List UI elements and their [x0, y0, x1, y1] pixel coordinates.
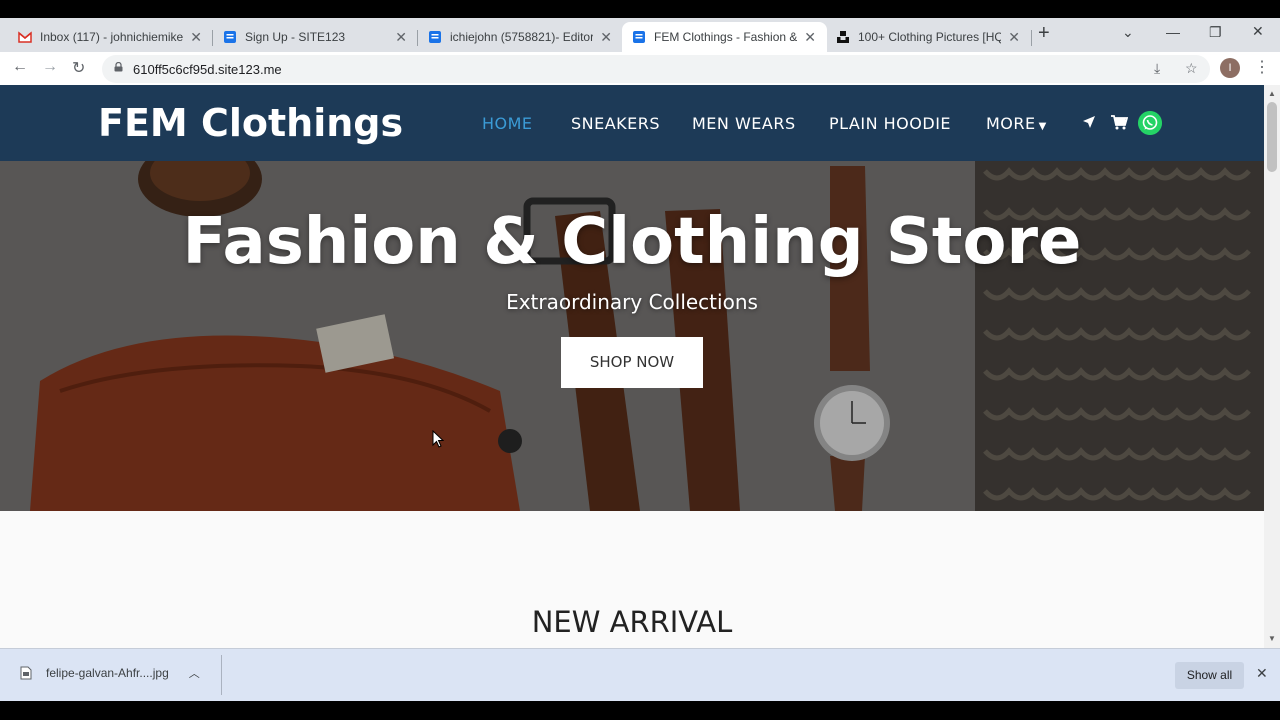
- download-filename: felipe-galvan-Ahfr....jpg: [46, 666, 169, 680]
- profile-avatar[interactable]: I: [1220, 58, 1240, 78]
- scroll-up-arrow-icon[interactable]: ▲: [1268, 89, 1276, 98]
- bookmark-star-icon[interactable]: ☆: [1185, 60, 1198, 77]
- tab-label: 100+ Clothing Pictures [HQ]: [858, 30, 1002, 44]
- tab-search-chevron-icon[interactable]: ⌄: [1122, 24, 1134, 41]
- tab-close-icon[interactable]: ✕: [394, 29, 408, 46]
- show-all-button[interactable]: Show all: [1175, 662, 1244, 689]
- site-header: FEM Clothings HOME SNEAKERS MEN WEARS PL…: [0, 85, 1264, 161]
- location-arrow-icon[interactable]: [1082, 115, 1096, 129]
- tab-divider: [1031, 30, 1032, 46]
- browser-menu-icon[interactable]: ⋮: [1254, 57, 1270, 77]
- install-app-icon[interactable]: ⤓: [1154, 60, 1160, 77]
- address-bar[interactable]: 610ff5c6cf95d.site123.me ⤓ ☆: [102, 55, 1210, 83]
- browser-tab-strip: Inbox (117) - johnichiemike2 ✕ Sign Up -…: [0, 18, 1280, 52]
- file-icon: [20, 666, 32, 680]
- minimize-icon[interactable]: —: [1166, 24, 1180, 40]
- section-title: NEW ARRIVAL: [531, 605, 733, 639]
- browser-toolbar: ← → ↻ 610ff5c6cf95d.site123.me ⤓ ☆ I ⋮: [0, 52, 1280, 85]
- lock-icon: [114, 62, 123, 72]
- new-tab-plus-icon[interactable]: +: [1038, 22, 1050, 45]
- nav-home[interactable]: HOME: [482, 114, 533, 133]
- caret-down-icon: ▼: [1038, 121, 1047, 132]
- scrollbar-thumb[interactable]: [1267, 102, 1277, 172]
- nav-more-label: MORE: [986, 114, 1036, 133]
- downloads-divider: [221, 655, 222, 695]
- tab-editor[interactable]: ichiejohn (5758821)- Editor - ✕: [418, 22, 623, 52]
- hero-banner: Fashion & Clothing Store Extraordinary C…: [0, 161, 1264, 511]
- tab-fem-clothings[interactable]: FEM Clothings - Fashion & C ✕: [622, 22, 827, 52]
- mouse-cursor-icon: [432, 430, 444, 448]
- cart-icon[interactable]: [1111, 115, 1128, 130]
- tab-close-icon[interactable]: ✕: [189, 29, 203, 46]
- url-text: 610ff5c6cf95d.site123.me: [133, 62, 282, 77]
- tab-gmail[interactable]: Inbox (117) - johnichiemike2 ✕: [8, 22, 213, 52]
- site-logo[interactable]: FEM Clothings: [98, 101, 403, 145]
- restore-icon[interactable]: ❐: [1209, 24, 1222, 41]
- reload-icon[interactable]: ↻: [72, 58, 85, 78]
- tab-label: Sign Up - SITE123: [245, 30, 346, 44]
- nav-more[interactable]: MORE ▼: [986, 114, 1047, 133]
- unsplash-icon: [837, 31, 849, 43]
- site123-icon: [429, 31, 441, 43]
- whatsapp-icon[interactable]: [1138, 111, 1162, 135]
- tab-label: Inbox (117) - johnichiemike2: [40, 30, 184, 44]
- scroll-down-arrow-icon[interactable]: ▼: [1268, 634, 1276, 643]
- forward-arrow-icon[interactable]: →: [42, 58, 58, 76]
- window-close-icon[interactable]: ✕: [1252, 23, 1264, 40]
- tab-close-icon[interactable]: ✕: [1007, 29, 1021, 46]
- tab-unsplash[interactable]: 100+ Clothing Pictures [HQ] ✕: [826, 22, 1031, 52]
- nav-men-wears[interactable]: MEN WEARS: [692, 114, 796, 133]
- top-black-bar: [0, 0, 1280, 18]
- tab-label: ichiejohn (5758821)- Editor -: [450, 30, 594, 44]
- downloads-bar: felipe-galvan-Ahfr....jpg ︿ Show all ✕: [0, 648, 1280, 701]
- tab-label: FEM Clothings - Fashion & C: [654, 30, 798, 44]
- tab-close-icon[interactable]: ✕: [803, 29, 817, 46]
- tab-signup[interactable]: Sign Up - SITE123 ✕: [213, 22, 418, 52]
- back-arrow-icon[interactable]: ←: [12, 58, 28, 76]
- gmail-icon: [18, 31, 32, 43]
- bottom-black-bar: [0, 701, 1280, 720]
- site123-icon: [224, 31, 236, 43]
- chevron-up-icon[interactable]: ︿: [189, 665, 200, 681]
- nav-sneakers[interactable]: SNEAKERS: [571, 114, 660, 133]
- tab-close-icon[interactable]: ✕: [599, 29, 613, 46]
- site123-icon: [633, 31, 645, 43]
- hero-title: Fashion & Clothing Store: [182, 205, 1082, 279]
- download-item[interactable]: felipe-galvan-Ahfr....jpg ︿: [20, 665, 200, 681]
- shop-now-button[interactable]: SHOP NOW: [561, 337, 703, 388]
- web-page: FEM Clothings HOME SNEAKERS MEN WEARS PL…: [0, 85, 1264, 648]
- close-downloads-icon[interactable]: ✕: [1256, 665, 1268, 682]
- page-scrollbar[interactable]: ▲ ▼: [1264, 85, 1280, 648]
- nav-plain-hoodie[interactable]: PLAIN HOODIE: [829, 114, 951, 133]
- hero-subtitle: Extraordinary Collections: [506, 290, 758, 314]
